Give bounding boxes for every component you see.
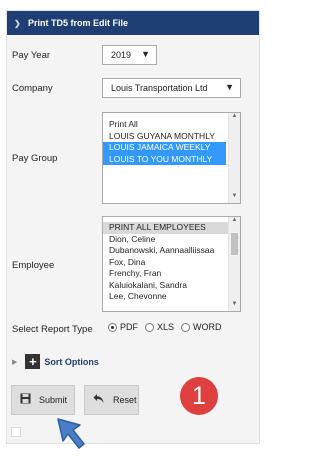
employee-option[interactable]: Dion, Celine: [103, 234, 240, 246]
reset-button[interactable]: Reset: [84, 385, 139, 415]
pay-year-select[interactable]: 2019 ▼: [102, 45, 157, 65]
pay-group-option[interactable]: LOUIS JAMAICA WEEKLY: [103, 142, 226, 154]
pay-group-scrollbar[interactable]: ▲ ▼: [228, 113, 240, 203]
chevron-right-icon: ❯: [14, 18, 21, 28]
pay-group-label: Pay Group: [12, 153, 58, 164]
company-label: Company: [12, 83, 53, 94]
checkbox[interactable]: [11, 427, 21, 437]
report-type-label: Select Report Type: [12, 324, 93, 335]
radio-word-label[interactable]: WORD: [193, 322, 222, 332]
sort-options-label[interactable]: Sort Options: [44, 357, 99, 367]
employee-option[interactable]: Lee, Chevonne: [103, 291, 240, 303]
scroll-down-icon[interactable]: ▼: [229, 301, 240, 311]
radio-pdf[interactable]: [108, 322, 117, 332]
employee-listbox[interactable]: PRINT ALL EMPLOYEES Dion, Celine Dubanow…: [102, 216, 241, 312]
pay-group-option[interactable]: Print All: [103, 119, 240, 131]
triangle-right-icon[interactable]: ▶: [12, 358, 17, 366]
radio-xls[interactable]: [145, 322, 154, 332]
caret-down-icon: ▼: [141, 49, 150, 59]
employee-option[interactable]: Frenchy, Fran: [103, 268, 240, 280]
company-select[interactable]: Louis Transportation Ltd ▼: [102, 78, 241, 98]
radio-xls-label[interactable]: XLS: [157, 322, 174, 332]
pay-group-option[interactable]: LOUIS TO YOU MONTHLY: [103, 153, 226, 165]
pay-group-listbox[interactable]: Print All LOUIS GUYANA MONTHLY LOUIS JAM…: [102, 112, 241, 204]
reset-label: Reset: [113, 395, 137, 405]
employee-option[interactable]: Kaluiokalani, Sandra: [103, 280, 240, 292]
employee-option[interactable]: Fox, Dina: [103, 257, 240, 269]
radio-word[interactable]: [181, 322, 191, 332]
pay-year-value: 2019: [111, 50, 132, 60]
scroll-up-icon[interactable]: ▲: [229, 217, 240, 227]
scroll-up-icon[interactable]: ▲: [229, 113, 240, 123]
scroll-thumb[interactable]: [231, 233, 238, 255]
undo-arrow-icon: [93, 393, 105, 407]
step-number-badge: 1: [180, 377, 218, 415]
pay-group-option[interactable]: LOUIS GUYANA MONTHLY: [103, 131, 240, 143]
employee-scrollbar[interactable]: ▲ ▼: [228, 217, 240, 311]
employee-label: Employee: [12, 260, 55, 271]
employee-option[interactable]: PRINT ALL EMPLOYEES: [103, 222, 228, 234]
employee-option[interactable]: Dubanowski, Aannaalliissaa: [103, 245, 240, 257]
caret-down-icon: ▼: [225, 82, 234, 92]
plus-box-icon[interactable]: +: [25, 354, 41, 369]
submit-label: Submit: [39, 395, 68, 405]
panel-header[interactable]: ❯ Print TD5 from Edit File: [7, 11, 259, 35]
sort-options-toggle[interactable]: ▶ + Sort Options: [12, 354, 99, 369]
floppy-disk-icon: [20, 393, 31, 407]
scroll-down-icon[interactable]: ▼: [229, 193, 240, 203]
pointer-cursor-icon: [57, 418, 85, 449]
company-value: Louis Transportation Ltd: [111, 83, 208, 93]
panel-title: Print TD5 from Edit File: [28, 18, 129, 28]
submit-button[interactable]: Submit: [11, 385, 75, 415]
pay-year-label: Pay Year: [12, 50, 51, 61]
report-type-radio-group: PDF XLS WORD: [108, 322, 229, 332]
radio-pdf-label[interactable]: PDF: [120, 322, 138, 332]
